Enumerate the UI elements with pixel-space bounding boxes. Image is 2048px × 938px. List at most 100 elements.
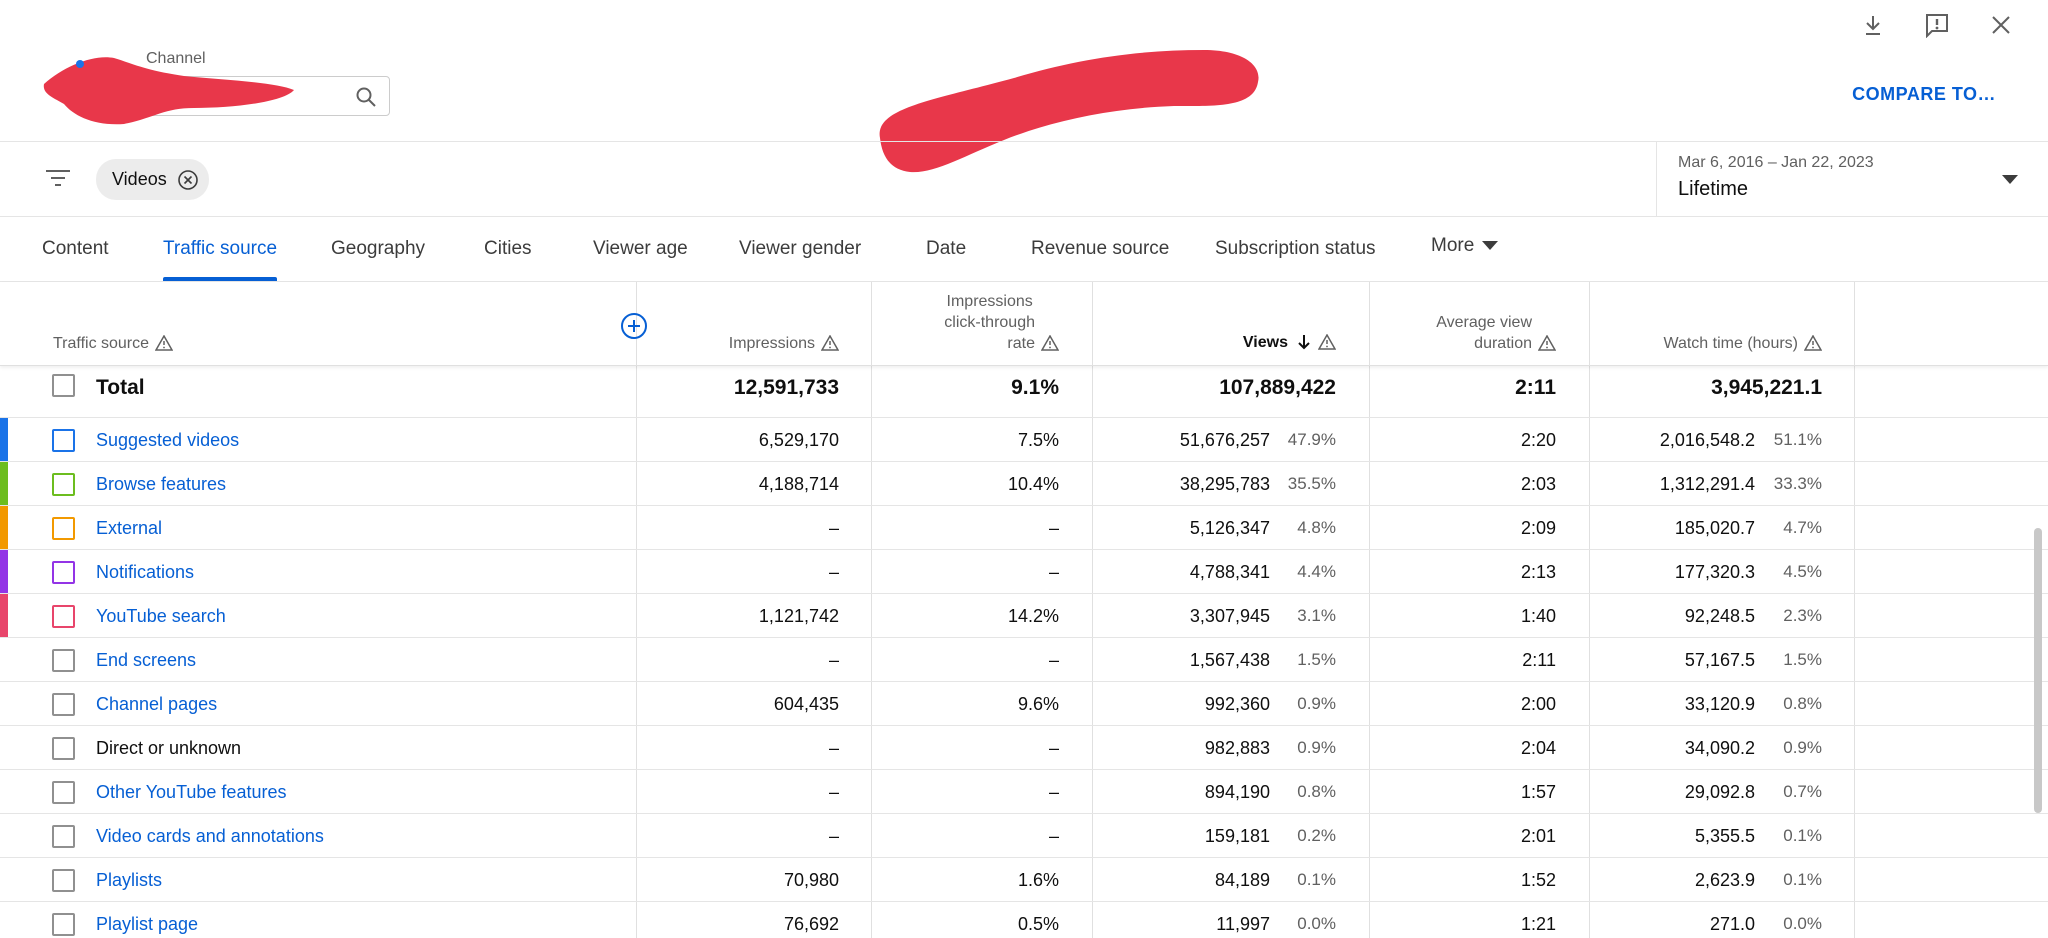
series-color-stripe xyxy=(0,418,8,461)
cell-views: 4,788,341 xyxy=(1189,562,1270,582)
cell-views: 1,567,438 xyxy=(1189,650,1270,670)
cell-watch-time-percent: 1.5% xyxy=(1783,650,1822,669)
cell-avg-view-duration: 1:57 xyxy=(1520,782,1556,802)
row-label[interactable]: Channel pages xyxy=(96,682,217,726)
tab-content[interactable]: Content xyxy=(42,217,109,281)
row-label[interactable]: Playlist page xyxy=(96,902,198,938)
tab-more[interactable]: More xyxy=(1431,214,1499,278)
cell-ctr: 0.5% xyxy=(1017,914,1059,934)
warning-icon[interactable] xyxy=(1537,334,1557,357)
row-checkbox[interactable] xyxy=(52,605,75,628)
cell-views: 84,189 xyxy=(1214,870,1270,890)
column-header-impressions[interactable]: Impressions xyxy=(729,333,840,357)
cell-watch-time-percent: 51.1% xyxy=(1773,430,1822,449)
row-label[interactable]: Video cards and annotations xyxy=(96,814,324,858)
table-row: YouTube search 1,121,742 14.2% 3,307,945 3.1… xyxy=(0,594,2048,638)
cell-views: 992,360 xyxy=(1204,694,1270,714)
tab-subscription-status[interactable]: Subscription status xyxy=(1215,217,1376,281)
tab-revenue-source[interactable]: Revenue source xyxy=(1031,217,1169,281)
warning-icon[interactable] xyxy=(820,334,840,357)
cell-watch-time: 2,016,548.2 xyxy=(1659,430,1755,450)
row-checkbox[interactable] xyxy=(52,825,75,848)
close-icon[interactable] xyxy=(1984,8,2018,42)
row-checkbox[interactable] xyxy=(52,869,75,892)
cell-impressions: – xyxy=(828,650,839,670)
row-label[interactable]: End screens xyxy=(96,638,196,682)
cell-ctr: – xyxy=(1048,562,1059,582)
row-label[interactable]: Other YouTube features xyxy=(96,770,286,814)
cell-watch-time-percent: 0.0% xyxy=(1783,914,1822,933)
row-label[interactable]: External xyxy=(96,506,162,550)
vertical-scrollbar[interactable] xyxy=(2034,528,2042,813)
warning-icon[interactable] xyxy=(1317,333,1337,356)
row-checkbox[interactable] xyxy=(52,649,75,672)
cell-watch-time: 29,092.8 xyxy=(1684,782,1755,802)
table-row: Channel pages 604,435 9.6% 992,360 0.9% 2:00 3… xyxy=(0,682,2048,726)
download-icon[interactable] xyxy=(1856,8,1890,42)
warning-icon[interactable] xyxy=(1803,334,1823,357)
row-label[interactable]: Browse features xyxy=(96,462,226,506)
sort-descending-icon[interactable] xyxy=(1296,333,1312,357)
cell-avg-view-duration: 2:20 xyxy=(1520,430,1556,450)
cell-watch-time-percent: 2.3% xyxy=(1783,606,1822,625)
row-label[interactable]: YouTube search xyxy=(96,594,226,638)
cell-ctr: 9.1% xyxy=(1011,376,1059,399)
cell-views: 982,883 xyxy=(1204,738,1270,758)
cell-watch-time: 92,248.5 xyxy=(1684,606,1755,626)
tab-geography[interactable]: Geography xyxy=(331,217,425,281)
redaction-mark-left xyxy=(43,57,294,125)
series-color-stripe xyxy=(0,550,8,593)
row-checkbox[interactable] xyxy=(52,737,75,760)
cell-avg-view-duration: 2:09 xyxy=(1520,518,1556,538)
row-checkbox[interactable] xyxy=(52,693,75,716)
add-column-icon[interactable] xyxy=(620,312,648,345)
column-header-avg-view-duration[interactable]: Average view duration xyxy=(1436,312,1557,357)
cell-watch-time-percent: 0.1% xyxy=(1783,870,1822,889)
cell-impressions: 4,188,714 xyxy=(758,474,839,494)
column-header-watch-time[interactable]: Watch time (hours) xyxy=(1663,333,1823,357)
row-checkbox[interactable] xyxy=(52,561,75,584)
column-header-ctr[interactable]: Impressions click-through rate xyxy=(944,291,1060,357)
column-header-traffic-source[interactable]: Traffic source xyxy=(53,333,174,357)
cell-views: 51,676,257 xyxy=(1179,430,1270,450)
cell-ctr: – xyxy=(1048,782,1059,802)
compare-to-button[interactable]: COMPARE TO… xyxy=(1852,84,1996,105)
row-checkbox[interactable] xyxy=(52,913,75,936)
tab-viewer-age[interactable]: Viewer age xyxy=(593,217,688,281)
select-all-checkbox[interactable] xyxy=(52,374,75,397)
filter-icon[interactable] xyxy=(44,166,72,195)
tab-viewer-gender[interactable]: Viewer gender xyxy=(739,217,861,281)
row-checkbox[interactable] xyxy=(52,473,75,496)
search-icon[interactable] xyxy=(355,86,377,113)
cell-views-percent: 0.1% xyxy=(1297,870,1336,889)
cell-watch-time: 57,167.5 xyxy=(1684,650,1755,670)
tab-date[interactable]: Date xyxy=(926,217,966,281)
cell-avg-view-duration: 1:40 xyxy=(1520,606,1556,626)
row-label[interactable]: Notifications xyxy=(96,550,194,594)
filter-chip-videos[interactable]: Videos xyxy=(96,159,209,200)
remove-filter-icon[interactable] xyxy=(177,169,199,191)
dropdown-caret-icon xyxy=(2002,172,2018,190)
cell-impressions: 70,980 xyxy=(783,870,839,890)
cell-watch-time-percent: 0.1% xyxy=(1783,826,1822,845)
row-checkbox[interactable] xyxy=(52,517,75,540)
row-checkbox[interactable] xyxy=(52,429,75,452)
warning-icon[interactable] xyxy=(1040,334,1060,357)
table-row: External – – 5,126,347 4.8% 2:09 185,020.7 4.7% xyxy=(0,506,2048,550)
cell-impressions: – xyxy=(828,562,839,582)
cell-watch-time: 5,355.5 xyxy=(1694,826,1755,846)
cell-impressions: – xyxy=(828,738,839,758)
row-label[interactable]: Playlists xyxy=(96,858,162,902)
column-header-views[interactable]: Views xyxy=(1243,332,1337,357)
date-range-picker[interactable]: Mar 6, 2016 – Jan 22, 2023 Lifetime xyxy=(1656,141,2048,216)
cell-watch-time: 2,623.9 xyxy=(1694,870,1755,890)
feedback-icon[interactable] xyxy=(1920,8,1954,42)
warning-icon[interactable] xyxy=(154,334,174,357)
cell-watch-time: 177,320.3 xyxy=(1674,562,1755,582)
row-label[interactable]: Suggested videos xyxy=(96,418,239,462)
row-checkbox[interactable] xyxy=(52,781,75,804)
tab-cities[interactable]: Cities xyxy=(484,217,532,281)
tab-traffic-source[interactable]: Traffic source xyxy=(163,217,278,281)
table-row: Notifications – – 4,788,341 4.4% 2:13 177,320.… xyxy=(0,550,2048,594)
table-row: Video cards and annotations – – 159,181 0.2%… xyxy=(0,814,2048,858)
